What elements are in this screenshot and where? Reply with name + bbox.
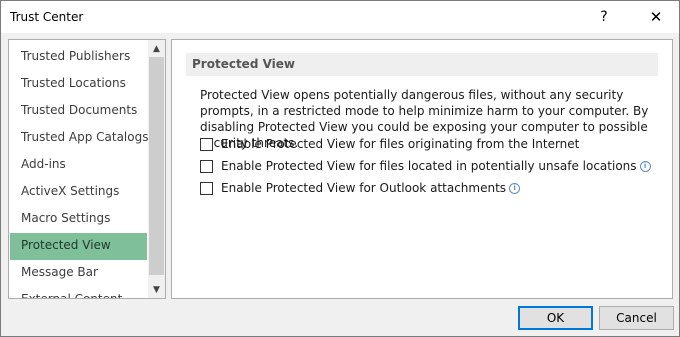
chevron-down-icon[interactable]: ▼	[148, 281, 165, 298]
nav-item-trusted-locations[interactable]: Trusted Locations	[10, 71, 147, 98]
nav-item-message-bar[interactable]: Message Bar	[10, 260, 147, 287]
ok-button[interactable]: OK	[518, 306, 593, 330]
nav-item-external-content[interactable]: External Content	[10, 287, 147, 298]
checkbox-unsafe-locations[interactable]	[200, 159, 213, 173]
cancel-button[interactable]: Cancel	[599, 306, 674, 330]
option-unsafe-locations[interactable]: Enable Protected View for files located …	[200, 158, 651, 174]
option-outlook-attachments[interactable]: Enable Protected View for Outlook attach…	[200, 180, 521, 196]
title-bar: Trust Center ? ✕	[1, 1, 679, 33]
nav-item-activex-settings[interactable]: ActiveX Settings	[10, 179, 147, 206]
trust-center-dialog: Trust Center ? ✕ Trusted Publishers Trus…	[0, 0, 680, 337]
nav-item-protected-view[interactable]: Protected View	[10, 233, 147, 260]
nav-item-add-ins[interactable]: Add-ins	[10, 152, 147, 179]
option-label: Enable Protected View for files originat…	[221, 137, 580, 151]
category-list: Trusted Publishers Trusted Locations Tru…	[8, 39, 166, 299]
close-icon[interactable]: ✕	[644, 5, 668, 29]
dialog-footer: OK Cancel	[1, 299, 679, 336]
option-label: Enable Protected View for Outlook attach…	[221, 181, 507, 195]
option-internet-files[interactable]: Enable Protected View for files originat…	[200, 136, 579, 152]
section-title: Protected View	[192, 57, 296, 71]
category-scrollbar[interactable]: ▲ ▼	[148, 40, 165, 298]
option-label: Enable Protected View for files located …	[221, 159, 637, 173]
nav-item-macro-settings[interactable]: Macro Settings	[10, 206, 147, 233]
checkbox-internet-files[interactable]	[200, 137, 213, 151]
settings-panel: Protected View Protected View opens pote…	[171, 39, 673, 299]
scroll-thumb[interactable]	[149, 57, 164, 275]
dialog-body: Trusted Publishers Trusted Locations Tru…	[1, 33, 679, 299]
help-icon[interactable]: ?	[592, 5, 616, 29]
window-title: Trust Center	[10, 10, 84, 24]
nav-item-trusted-documents[interactable]: Trusted Documents	[10, 98, 147, 125]
nav-item-trusted-publishers[interactable]: Trusted Publishers	[10, 44, 147, 71]
nav-item-trusted-app-catalogs[interactable]: Trusted App Catalogs	[10, 125, 148, 152]
section-header: Protected View	[186, 53, 658, 76]
checkbox-outlook-attachments[interactable]	[200, 181, 213, 195]
category-items: Trusted Publishers Trusted Locations Tru…	[10, 44, 148, 298]
info-icon[interactable]: i	[639, 160, 651, 172]
info-icon[interactable]: i	[509, 182, 521, 194]
chevron-up-icon[interactable]: ▲	[148, 40, 165, 57]
